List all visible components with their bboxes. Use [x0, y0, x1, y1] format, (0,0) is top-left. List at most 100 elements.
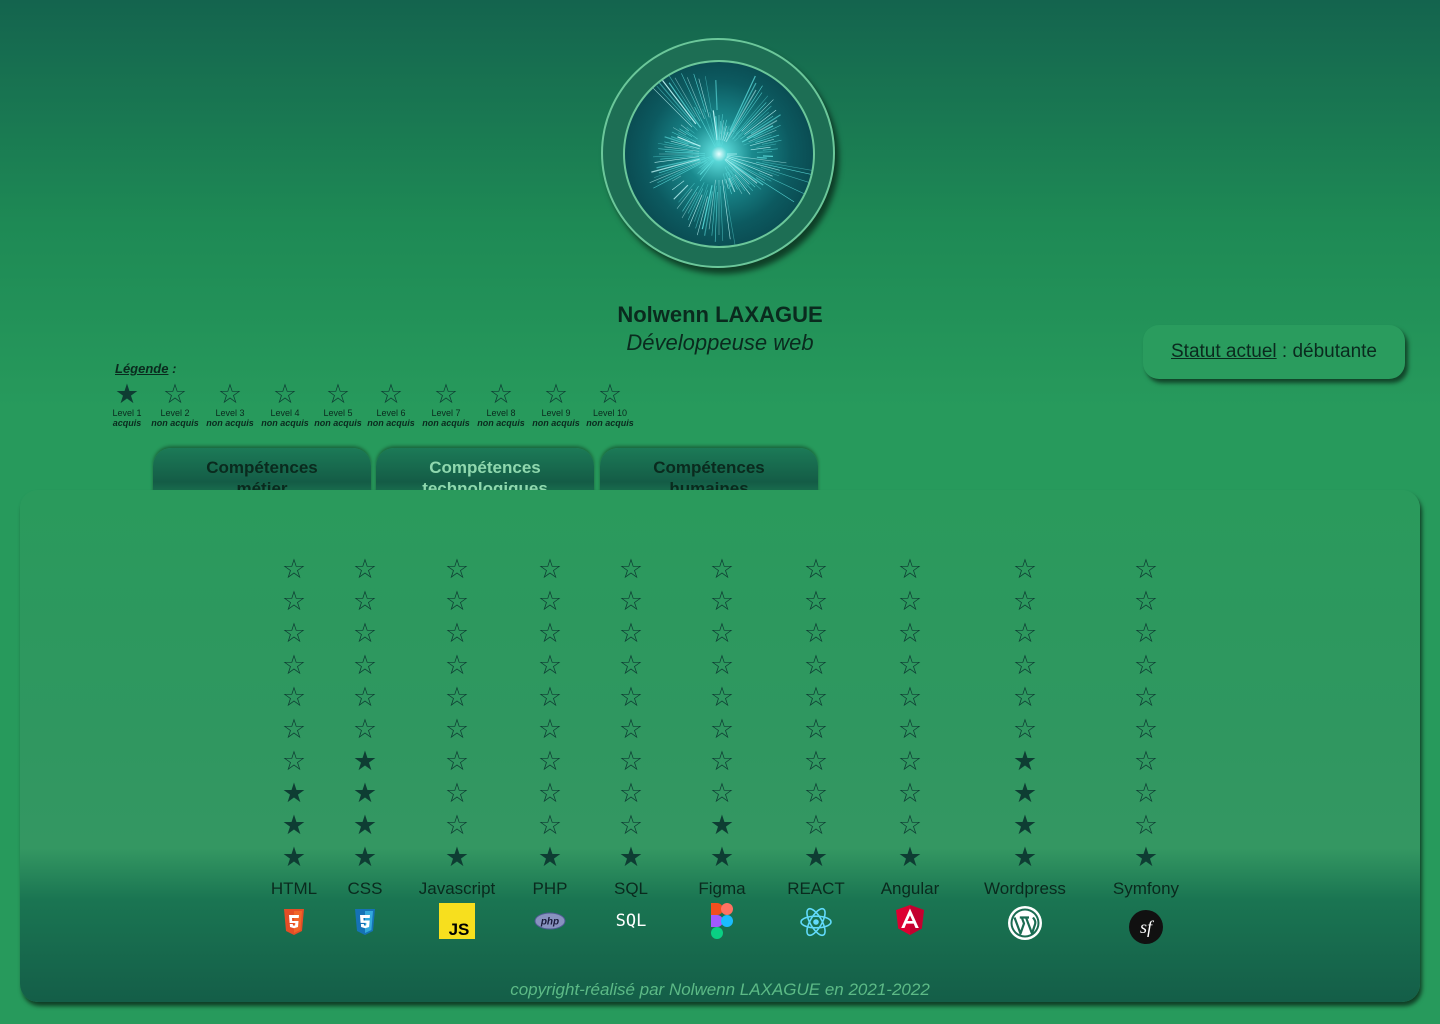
legend-item: ☆ Level 8 non acquis — [473, 380, 529, 428]
legend-item: ☆ Level 7 non acquis — [418, 380, 474, 428]
avatar — [623, 60, 815, 248]
starburst-ray — [676, 188, 693, 209]
star-outline-icon: ☆ — [272, 379, 298, 409]
figma-icon — [711, 903, 733, 939]
legend-title-text: Légende — [115, 361, 169, 376]
star-outline-icon: ☆ — [897, 554, 923, 584]
starburst-ray — [719, 121, 721, 147]
legend-level: Level 7 — [431, 408, 461, 418]
legend-level: Level 3 — [215, 408, 245, 418]
star-outline-icon: ☆ — [1012, 586, 1038, 616]
legend-state: non acquis — [586, 418, 634, 428]
starburst-ray — [665, 151, 706, 154]
legend-title: Légende : — [115, 361, 176, 376]
avatar-frame — [601, 38, 835, 268]
star-outline-icon: ☆ — [1133, 746, 1159, 776]
legend-item: ☆ Level 9 non acquis — [528, 380, 584, 428]
legend-item: ☆ Level 6 non acquis — [363, 380, 419, 428]
legend-state: non acquis — [422, 418, 470, 428]
legend-level: Level 8 — [486, 408, 516, 418]
star-outline-icon: ☆ — [1133, 650, 1159, 680]
star-outline-icon: ☆ — [325, 379, 351, 409]
star-outline-icon: ☆ — [217, 379, 243, 409]
css3-icon — [355, 909, 375, 935]
starburst-ray — [756, 143, 777, 148]
legend-level: Level 10 — [592, 408, 628, 418]
star-outline-icon: ☆ — [1133, 682, 1159, 712]
skill-column-wordpress: ☆ ☆ ☆ ☆ ☆ ☆ ★ ★ ★ ★ Wordpress — [965, 553, 1085, 941]
status-value: débutante — [1292, 341, 1377, 362]
starburst-ray — [681, 191, 698, 219]
legend-level: Level 4 — [270, 408, 300, 418]
legend-level: Level 9 — [541, 408, 571, 418]
footer-copyright: copyright-réalisé par Nolwenn LAXAGUE en… — [510, 980, 930, 999]
star-filled-icon: ★ — [897, 842, 923, 872]
sql-icon: SQL — [616, 911, 647, 931]
skill-rating: ☆ ☆ ☆ ☆ ☆ ☆ ☆ ☆ ☆ ★ — [850, 553, 970, 873]
legend-item: ☆ Level 3 non acquis — [202, 380, 258, 428]
status-badge: Statut actuel : débutante — [1143, 325, 1405, 379]
starburst-ray — [756, 156, 767, 159]
legend-state: non acquis — [314, 418, 362, 428]
star-outline-icon: ☆ — [378, 379, 404, 409]
starburst-ray — [756, 161, 813, 176]
starburst-ray — [698, 78, 710, 118]
javascript-icon-text: JS — [449, 920, 470, 939]
star-outline-icon: ☆ — [1133, 714, 1159, 744]
starburst-ray — [762, 161, 813, 171]
php-icon: php — [534, 912, 566, 930]
star-outline-icon: ☆ — [897, 810, 923, 840]
starburst-ray — [672, 180, 685, 191]
skill-name: Symfony — [1112, 879, 1180, 898]
starburst-ray — [720, 185, 724, 241]
star-outline-icon: ☆ — [897, 618, 923, 648]
wordpress-icon — [1008, 906, 1042, 940]
star-outline-icon: ☆ — [162, 379, 188, 409]
legend-level: Level 5 — [323, 408, 353, 418]
star-outline-icon: ☆ — [897, 682, 923, 712]
starburst-ray — [750, 146, 771, 151]
starburst-ray — [727, 82, 757, 137]
starburst-ray — [760, 166, 813, 184]
star-outline-icon: ☆ — [1133, 554, 1159, 584]
starburst-ray — [729, 163, 756, 188]
star-outline-icon: ☆ — [597, 379, 623, 409]
starburst-ray — [656, 85, 698, 131]
star-outline-icon: ☆ — [1012, 554, 1038, 584]
star-outline-icon: ☆ — [897, 586, 923, 616]
starburst-ray — [672, 175, 682, 182]
star-outline-icon: ☆ — [1133, 618, 1159, 648]
status-separator: : — [1276, 341, 1293, 362]
starburst-ray — [755, 177, 795, 203]
starburst-ray — [726, 154, 787, 164]
starburst-ray — [723, 173, 726, 184]
legend-state: non acquis — [261, 418, 309, 428]
legend-state: non acquis — [367, 418, 415, 428]
star-outline-icon: ☆ — [1012, 650, 1038, 680]
legend-state: non acquis — [532, 418, 580, 428]
star-filled-icon: ★ — [1012, 778, 1038, 808]
legend-state: non acquis — [477, 418, 525, 428]
avatar-starburst-image — [649, 73, 813, 245]
star-outline-icon: ☆ — [433, 379, 459, 409]
starburst-ray — [693, 73, 707, 113]
star-outline-icon: ☆ — [1012, 682, 1038, 712]
legend-state: non acquis — [206, 418, 254, 428]
status-label: Statut actuel — [1171, 341, 1277, 362]
skill-name: Angular — [880, 879, 940, 898]
skill-name: Wordpress — [984, 879, 1066, 898]
skill-column-symfony: ☆ ☆ ☆ ☆ ☆ ☆ ☆ ☆ ☆ ★ Symfony sf — [1086, 553, 1206, 945]
legend-item: ☆ Level 10 non acquis — [582, 380, 638, 428]
legend-state: non acquis — [151, 418, 199, 428]
starburst-ray — [761, 139, 782, 145]
legend-item: ☆ Level 4 non acquis — [257, 380, 313, 428]
starburst-ray — [714, 191, 718, 242]
star-outline-icon: ☆ — [1133, 778, 1159, 808]
starburst-ray — [758, 172, 805, 194]
php-icon-text: php — [540, 917, 559, 928]
angular-icon — [896, 905, 924, 935]
sql-icon-text: SQL — [616, 911, 647, 931]
star-outline-icon: ☆ — [897, 746, 923, 776]
starburst-ray — [654, 77, 692, 121]
starburst-ray — [651, 158, 700, 173]
